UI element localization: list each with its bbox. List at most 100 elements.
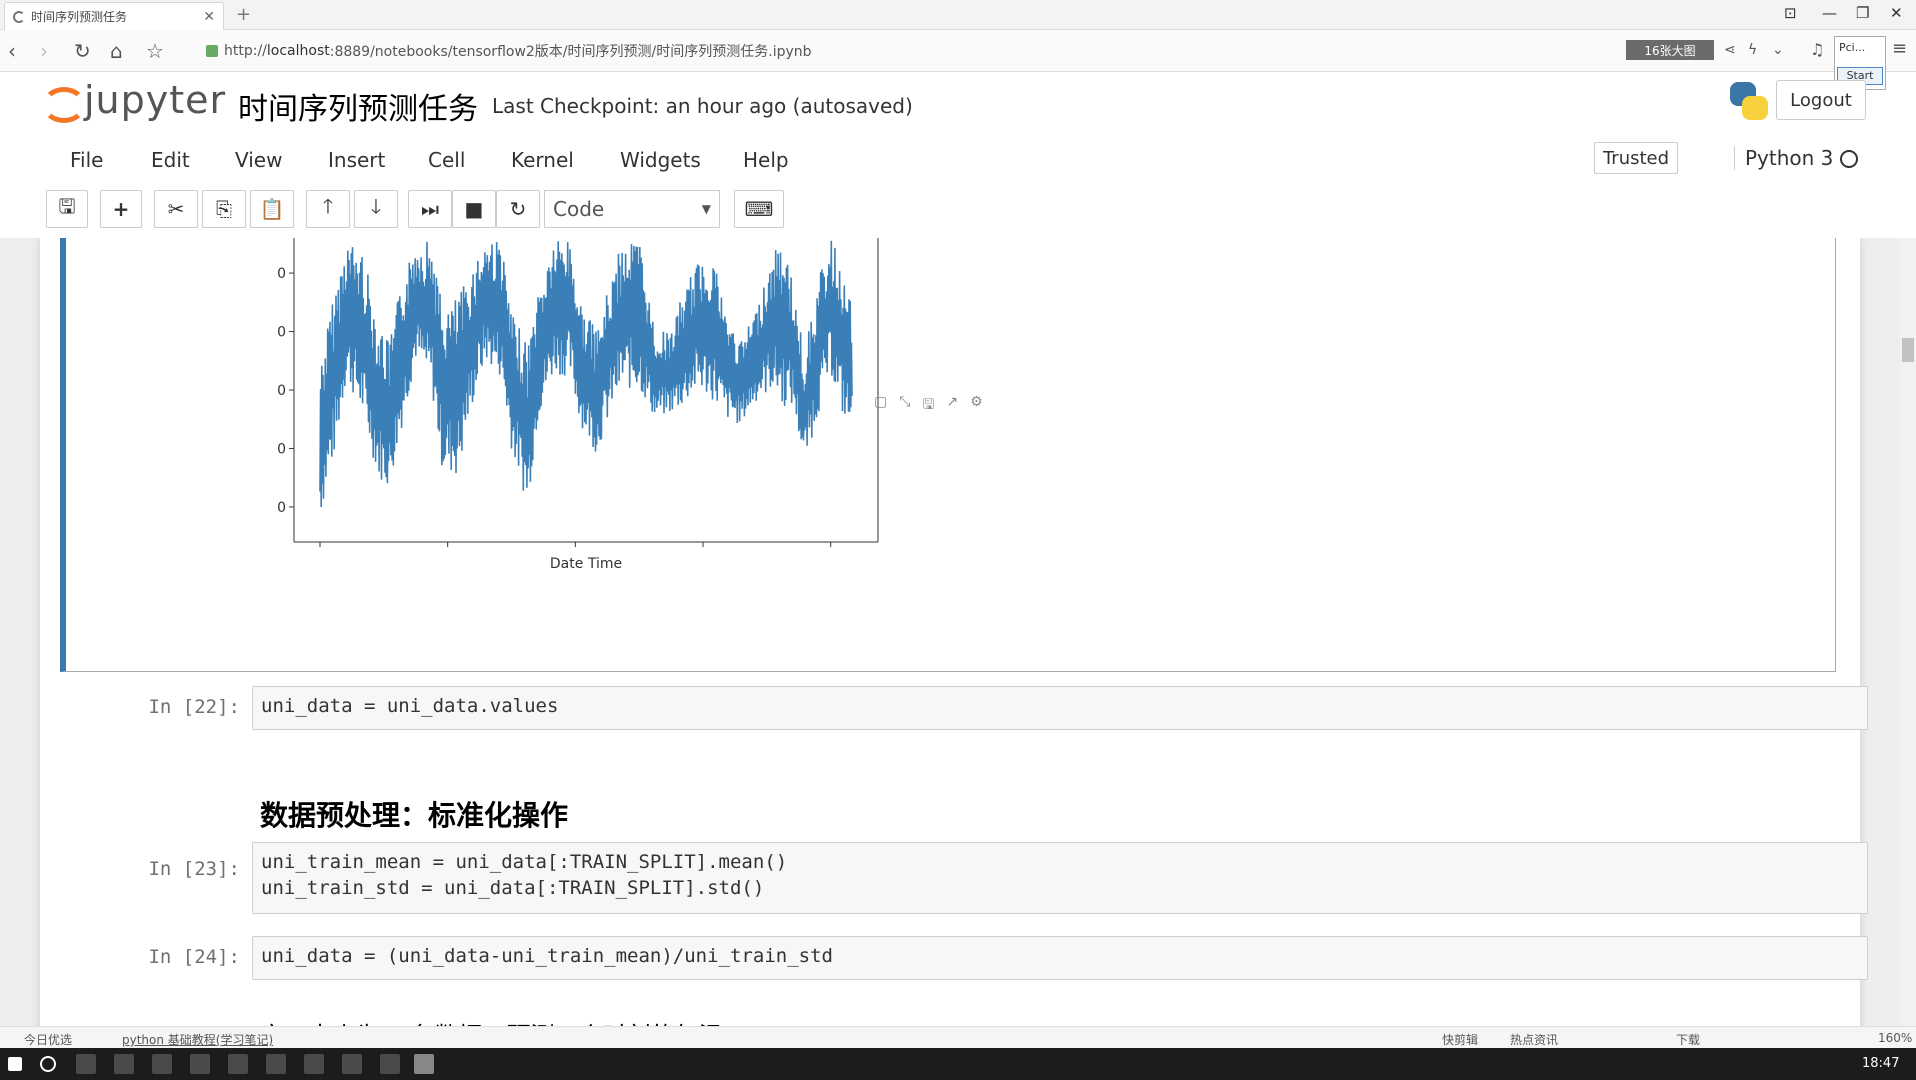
menu-file[interactable]: File xyxy=(70,148,103,172)
minimize-icon[interactable]: — xyxy=(1822,4,1837,22)
taskbar-app-icon[interactable] xyxy=(228,1054,248,1074)
status-download[interactable]: 下载 xyxy=(1676,1031,1700,1048)
notebook-title[interactable]: 时间序列预测任务 xyxy=(238,84,478,128)
forward-icon[interactable]: › xyxy=(40,39,48,63)
big-image-button[interactable]: 16张大图 xyxy=(1626,40,1714,60)
cell-prompt: In [23]: xyxy=(148,858,240,880)
x-axis-label: Date Time xyxy=(550,556,622,572)
taskbar-app-icon[interactable] xyxy=(190,1054,210,1074)
menu-help[interactable]: Help xyxy=(743,148,789,172)
search-icon[interactable] xyxy=(40,1056,56,1072)
settings-gear-icon[interactable]: ⚙ xyxy=(970,394,983,418)
output-cell[interactable]: 20 10 0 −10 −20 Date Time ▢ ⤡ 🖫 ↗ ⚙ xyxy=(60,238,1836,672)
windows-taskbar: 18:47 xyxy=(0,1048,1916,1080)
status-today[interactable]: 今日优选 xyxy=(24,1031,72,1048)
y-tick-label: −10 xyxy=(276,441,286,457)
paste-icon: 📋 xyxy=(259,197,285,221)
vertical-scrollbar[interactable] xyxy=(1900,238,1916,1034)
taskbar-app-icon[interactable] xyxy=(114,1054,134,1074)
trusted-indicator[interactable]: Trusted xyxy=(1594,142,1678,174)
popup-title: Pci... xyxy=(1839,41,1866,54)
scissors-icon: ✂ xyxy=(167,197,185,221)
scrollbar-thumb[interactable] xyxy=(1902,338,1914,362)
menu-insert[interactable]: Insert xyxy=(328,148,385,172)
move-up-button[interactable]: 🡑 xyxy=(306,190,350,228)
notebook-page: 20100−10−20Date Time ▢ ⤡ 🖫 ↗ ⚙ In [22]: … xyxy=(40,238,1868,1034)
arrow-down-icon: 🡓 xyxy=(370,194,382,218)
address-bar: ‹ › ↻ ⌂ ☆ http://localhost:8889/notebook… xyxy=(0,30,1916,72)
y-tick-label: 10 xyxy=(276,325,286,341)
menu-view[interactable]: View xyxy=(235,148,282,172)
y-tick-label: −20 xyxy=(276,500,286,516)
menu-widgets[interactable]: Widgets xyxy=(620,148,701,172)
browser-tab-bar: 时间序列预测任务 ✕ + ⊡ — ❐ ✕ xyxy=(0,0,1916,30)
chart-series xyxy=(319,240,853,508)
close-window-icon[interactable]: ✕ xyxy=(1890,4,1903,22)
url-field[interactable]: http://localhost:8889/notebooks/tensorfl… xyxy=(206,41,812,61)
copy-button[interactable]: ⎘ xyxy=(202,190,246,228)
loading-icon xyxy=(13,10,25,23)
status-bookmark[interactable]: python 基础教程(学习笔记) xyxy=(122,1031,273,1048)
close-tab-icon[interactable]: ✕ xyxy=(203,9,215,25)
menu-icon[interactable]: ≡ xyxy=(1892,38,1907,59)
cell-type-select[interactable]: Code ▼ xyxy=(544,190,720,228)
chevron-down-icon: ▼ xyxy=(701,202,711,216)
plot-toolbar: ▢ ⤡ 🖫 ↗ ⚙ xyxy=(874,394,983,418)
menu-kernel[interactable]: Kernel xyxy=(511,148,574,172)
save-button[interactable]: 🖫 xyxy=(46,190,88,228)
status-hot-news[interactable]: 热点资讯 xyxy=(1510,1031,1558,1048)
command-palette-button[interactable]: ⌨ xyxy=(734,190,784,228)
notebook-toolbar: 🖫 + ✂ ⎘ 📋 🡑 🡓 ⏭ ■ ↻ Code ▼ ⌨ xyxy=(0,190,1916,234)
restore-icon[interactable]: ❐ xyxy=(1856,4,1869,22)
file-explorer-icon[interactable] xyxy=(152,1054,172,1074)
new-tab-icon[interactable]: + xyxy=(236,4,251,25)
menu-edit[interactable]: Edit xyxy=(151,148,190,172)
taskbar-active-app-icon[interactable] xyxy=(414,1054,434,1074)
taskbar-app-icon[interactable] xyxy=(342,1054,362,1074)
home-view-icon[interactable]: ▢ xyxy=(874,394,887,418)
run-button[interactable]: ⏭ xyxy=(408,190,452,228)
windows-start-icon[interactable] xyxy=(8,1057,22,1071)
bookmark-star-icon[interactable]: ☆ xyxy=(146,39,164,63)
browser-tab[interactable]: 时间序列预测任务 ✕ xyxy=(4,2,224,30)
interrupt-button[interactable]: ■ xyxy=(452,190,496,228)
cut-button[interactable]: ✂ xyxy=(154,190,198,228)
lightning-icon[interactable]: ϟ xyxy=(1748,42,1757,58)
export-icon[interactable]: ↗ xyxy=(946,394,958,418)
taskbar-app-icon[interactable] xyxy=(380,1054,400,1074)
jupyter-logo[interactable]: jupyter xyxy=(40,78,226,123)
share-icon[interactable]: ⋖ xyxy=(1724,42,1736,58)
site-security-icon xyxy=(206,45,218,57)
browser-status-bar: 今日优选 python 基础教程(学习笔记) 快剪辑 热点资讯 下载 160% xyxy=(0,1026,1916,1048)
home-icon[interactable]: ⌂ xyxy=(110,39,123,63)
task-view-icon[interactable] xyxy=(76,1054,96,1074)
logout-button[interactable]: Logout xyxy=(1776,80,1866,120)
taskbar-app-icon[interactable] xyxy=(266,1054,286,1074)
zoom-icon[interactable]: ⤡ xyxy=(899,394,910,418)
menu-cell[interactable]: Cell xyxy=(428,148,465,172)
restart-button[interactable]: ↻ xyxy=(496,190,540,228)
keyboard-icon: ⌨ xyxy=(744,197,774,221)
taskbar-clock[interactable]: 18:47 xyxy=(1862,1056,1899,1071)
paste-button[interactable]: 📋 xyxy=(250,190,294,228)
url-prefix: http:// xyxy=(224,43,267,59)
back-icon[interactable]: ‹ xyxy=(8,39,16,63)
headphones-icon[interactable]: ♫ xyxy=(1810,40,1824,59)
reload-icon[interactable]: ↻ xyxy=(74,39,91,63)
arrow-up-icon: 🡑 xyxy=(322,194,334,218)
shirt-icon[interactable]: ⊡ xyxy=(1784,4,1797,22)
markdown-heading: 数据预处理：标准化操作 xyxy=(260,799,569,832)
jupyter-header: jupyter 时间序列预测任务 Last Checkpoint: an hou… xyxy=(0,72,1916,134)
status-zoom[interactable]: 160% xyxy=(1878,1031,1912,1045)
step-forward-icon: ⏭ xyxy=(421,197,439,221)
insert-cell-button[interactable]: + xyxy=(100,190,142,228)
code-editor[interactable]: uni_train_mean = uni_data[:TRAIN_SPLIT].… xyxy=(252,842,1868,914)
code-editor[interactable]: uni_data = uni_data.values xyxy=(252,686,1868,730)
taskbar-app-icon[interactable] xyxy=(304,1054,324,1074)
stop-icon: ■ xyxy=(464,197,484,221)
status-quick-edit[interactable]: 快剪辑 xyxy=(1442,1031,1478,1048)
move-down-button[interactable]: 🡓 xyxy=(354,190,398,228)
chevron-down-icon[interactable]: ⌄ xyxy=(1772,42,1784,58)
save-figure-icon[interactable]: 🖫 xyxy=(922,394,934,418)
code-editor[interactable]: uni_data = (uni_data-uni_train_mean)/uni… xyxy=(252,936,1868,980)
